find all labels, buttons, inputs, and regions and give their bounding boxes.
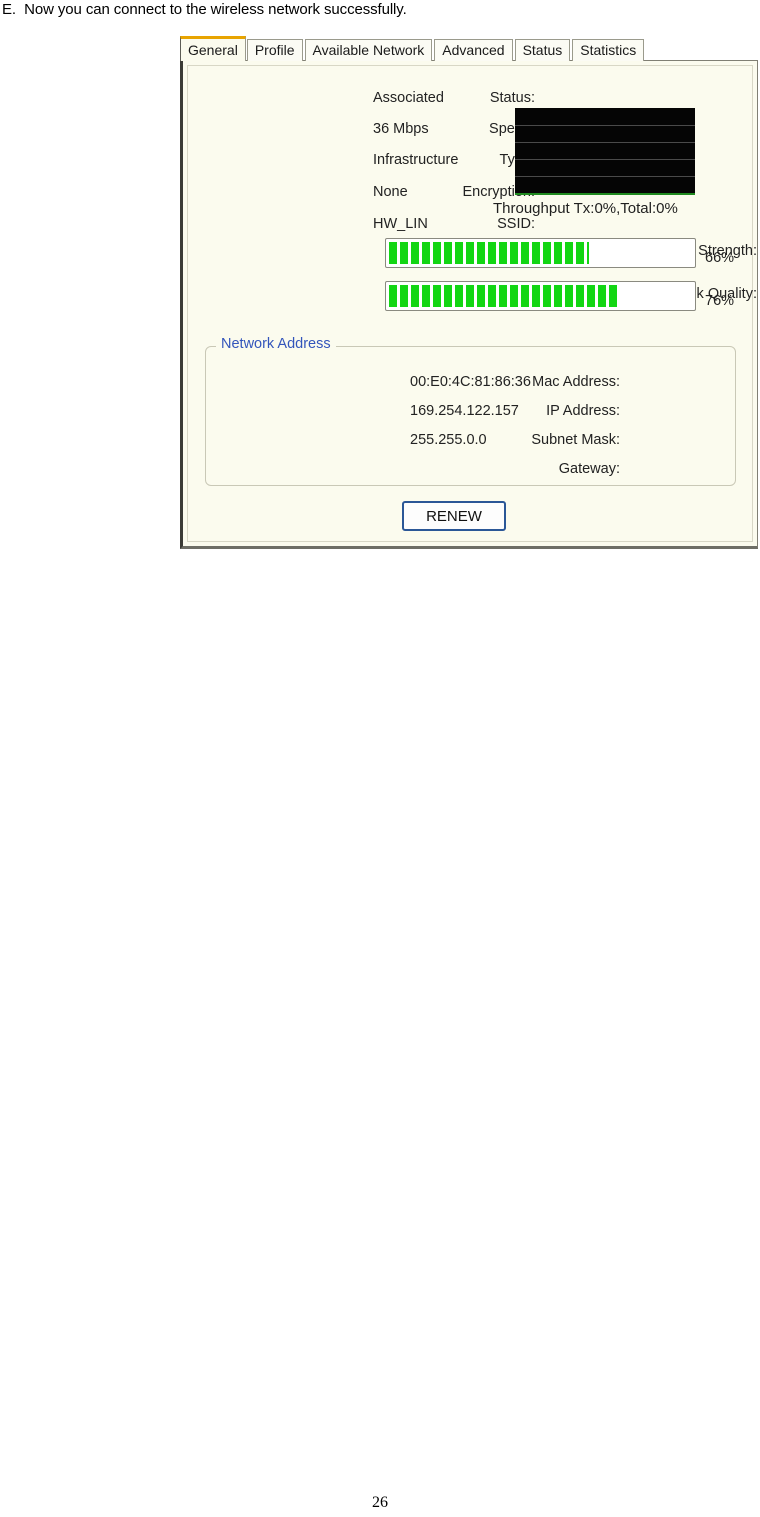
tab-general-label: General <box>188 42 238 58</box>
net-row-gateway: Gateway: <box>220 458 620 480</box>
info-row-status: Status: Associated <box>205 87 535 109</box>
renew-button[interactable]: RENEW <box>402 501 506 531</box>
tab-general[interactable]: General <box>180 36 246 61</box>
mac-address-value: 00:E0:4C:81:86:36 <box>410 374 531 390</box>
tab-status[interactable]: Status <box>514 39 571 61</box>
info-row-encryption: Encryption: None <box>205 181 535 203</box>
ssid-value: HW_LIN <box>373 216 428 232</box>
throughput-label: Throughput Tx:0%,Total:0% <box>493 200 678 217</box>
tab-available-network-label: Available Network <box>312 42 425 58</box>
net-row-mac-address: Mac Address: 00:E0:4C:81:86:36 <box>220 371 620 393</box>
signal-strength-percent: 66% <box>705 250 735 266</box>
tab-profile[interactable]: Profile <box>246 39 303 61</box>
info-row-ssid: SSID: HW_LIN <box>205 213 535 235</box>
encryption-value: None <box>373 184 408 200</box>
graph-gridline <box>515 125 695 126</box>
link-quality-percent: 76% <box>705 293 735 309</box>
tab-advanced-label: Advanced <box>442 42 505 58</box>
net-row-ip-address: IP Address: 169.254.122.157 <box>220 400 620 422</box>
info-row-speed: Speed: 36 Mbps <box>205 118 535 140</box>
tab-profile-label: Profile <box>254 42 295 58</box>
info-row-type: Type: Infrastructure <box>205 149 535 171</box>
subnet-mask-value: 255.255.0.0 <box>410 432 487 448</box>
network-address-legend: Network Address <box>216 336 336 352</box>
net-row-subnet-mask: Subnet Mask: 255.255.0.0 <box>220 429 620 451</box>
status-value: Associated <box>373 90 444 106</box>
tab-advanced[interactable]: Advanced <box>434 39 513 61</box>
tab-strip: General Profile Available Network Advanc… <box>180 36 646 61</box>
graph-gridline <box>515 142 695 143</box>
signal-strength-bar <box>385 238 696 268</box>
ip-address-value: 169.254.122.157 <box>410 403 519 419</box>
graph-gridline <box>515 159 695 160</box>
tab-statistics[interactable]: Statistics <box>572 39 645 61</box>
wireless-utility-dialog: General Profile Available Network Advanc… <box>180 36 758 549</box>
tab-available-network[interactable]: Available Network <box>304 39 433 61</box>
gateway-label: Gateway: <box>558 461 620 477</box>
graph-gridline <box>515 176 695 177</box>
throughput-graph <box>515 108 695 195</box>
general-tab-panel: Status: Associated Speed: 36 Mbps Type: … <box>180 60 758 549</box>
type-value: Infrastructure <box>373 152 459 168</box>
signal-strength-fill <box>389 242 589 264</box>
tab-status-label: Status <box>522 42 563 58</box>
tab-statistics-label: Statistics <box>580 42 637 58</box>
page-number: 26 <box>372 1494 388 1511</box>
link-quality-row: Link Quality: 76% <box>197 281 757 311</box>
page-heading: E. Now you can connect to the wireless n… <box>2 1 407 18</box>
link-quality-bar <box>385 281 696 311</box>
link-quality-fill <box>389 285 620 307</box>
signal-strength-row: Signal Strength: 66% <box>197 238 757 268</box>
network-address-group: Network Address Mac Address: 00:E0:4C:81… <box>205 336 736 486</box>
speed-value: 36 Mbps <box>373 121 429 137</box>
